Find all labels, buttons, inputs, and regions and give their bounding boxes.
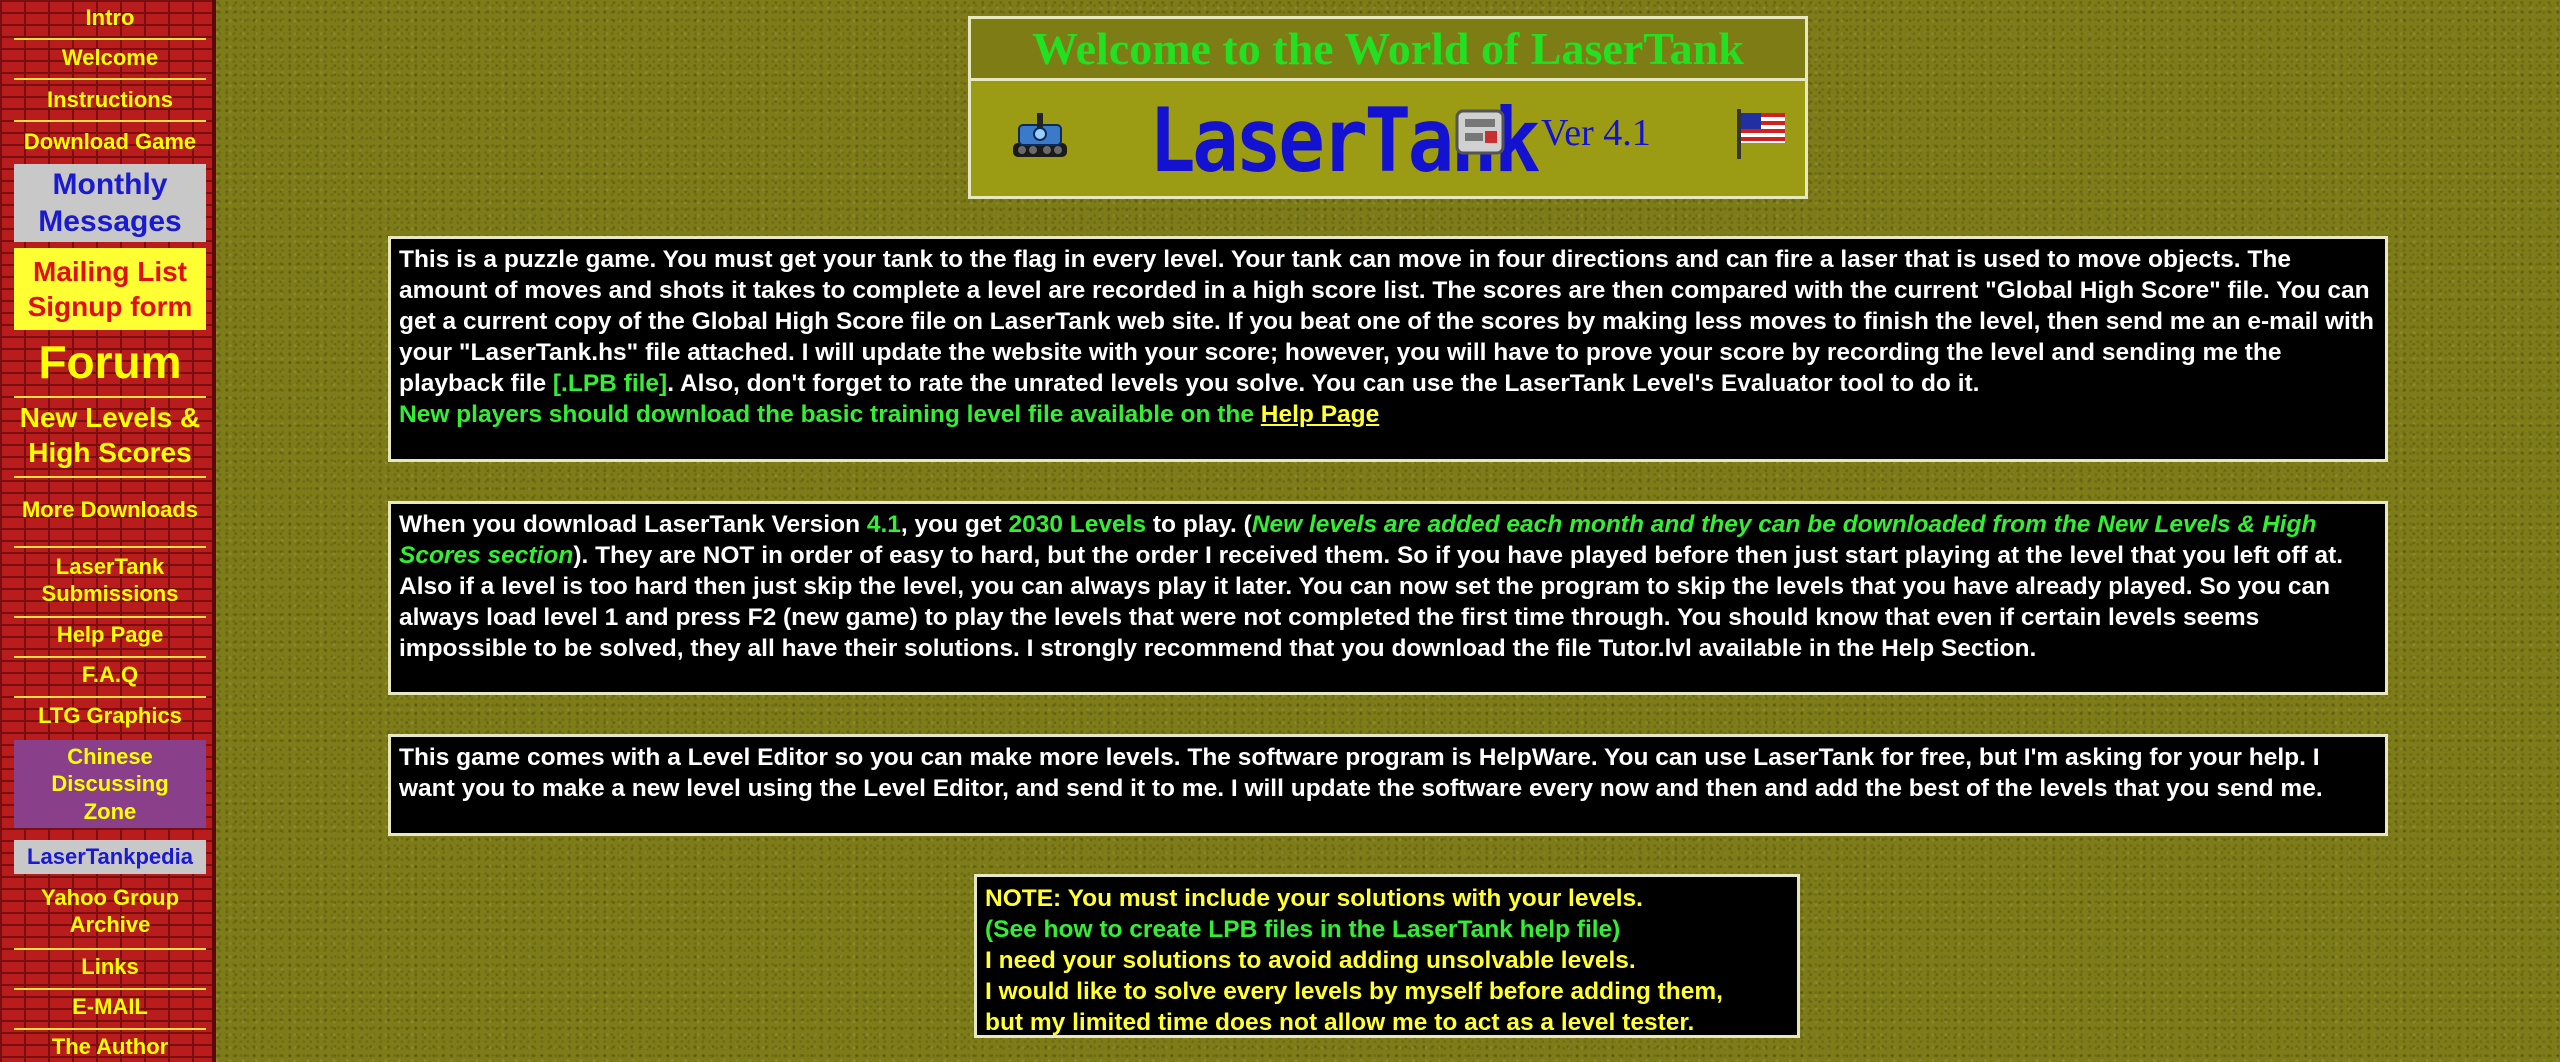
sidebar-item-instructions[interactable]: Instructions [14, 82, 206, 118]
sidebar-item-email[interactable]: E-MAIL [14, 990, 206, 1024]
sidebar-item-chinese-zone[interactable]: Chinese Discussing Zone [14, 740, 206, 828]
sidebar-item-links[interactable]: Links [14, 950, 206, 984]
sidebar-item-new-levels[interactable]: New Levels & High Scores [14, 398, 206, 472]
version-text: When you download LaserTank Version [399, 511, 867, 538]
sidebar-item-download-game[interactable]: Download Game [14, 124, 206, 160]
sidebar-item-the-author[interactable]: The Author [14, 1030, 206, 1062]
logo-banner: Welcome to the World of LaserTank LaserT… [968, 16, 1808, 199]
sidebar-item-welcome[interactable]: Welcome [14, 42, 206, 74]
version-text: to play. ( [1146, 511, 1252, 538]
help-page-link[interactable]: Help Page [1261, 401, 1379, 428]
lpb-file-label: [.LPB file] [552, 370, 668, 397]
nav-divider [14, 546, 206, 548]
note-line: NOTE: You must include your solutions wi… [985, 885, 1643, 912]
editor-panel: This game comes with a Level Editor so y… [388, 734, 2388, 836]
sidebar-item-faq[interactable]: F.A.Q [14, 658, 206, 692]
version-text: , you get [900, 511, 1009, 538]
nav-divider [14, 476, 206, 478]
sidebar-item-help-page[interactable]: Help Page [14, 618, 206, 652]
editor-text: This game comes with a Level Editor so y… [399, 744, 2323, 802]
version-text: ). They are NOT in order of easy to hard… [399, 542, 2344, 662]
sidebar-item-yahoo-archive[interactable]: Yahoo Group Archive [14, 880, 206, 942]
sidebar-item-submissions[interactable]: LaserTank Submissions [14, 550, 206, 610]
intro-text-end: . Also, don't forget to rate the unrated… [667, 370, 1980, 397]
note-line: but my limited time does not allow me to… [985, 1009, 1695, 1036]
nav-divider [14, 38, 206, 40]
page-title: Welcome to the World of LaserTank [971, 19, 1805, 81]
sidebar-item-intro[interactable]: Intro [14, 2, 206, 34]
tank-icon [1011, 113, 1069, 164]
nav-divider [14, 78, 206, 80]
note-box: NOTE: You must include your solutions wi… [974, 874, 1800, 1038]
sidebar-item-more-downloads[interactable]: More Downloads [14, 480, 206, 540]
sidebar-item-ltg-graphics[interactable]: LTG Graphics [14, 698, 206, 734]
intro-panel: This is a puzzle game. You must get your… [388, 236, 2388, 462]
note-line: (See how to create LPB files in the Lase… [985, 916, 1621, 943]
note-line: I would like to solve every levels by my… [985, 978, 1723, 1005]
sidebar-item-lasertankpedia[interactable]: LaserTankpedia [14, 840, 206, 874]
sidebar-item-forum[interactable]: Forum [14, 334, 206, 392]
flag-icon [1735, 109, 1787, 164]
sidebar-item-monthly-messages[interactable]: Monthly Messages [14, 164, 206, 242]
level-count: 2030 Levels [1008, 511, 1147, 538]
version-label: Ver 4.1 [1541, 112, 1651, 154]
sidebar-item-mailing-list[interactable]: Mailing List Signup form [14, 248, 206, 330]
new-players-text: New players should download the basic tr… [399, 401, 1261, 428]
note-line: I need your solutions to avoid adding un… [985, 947, 1636, 974]
logo-row: LaserTank Ver 4.1 [971, 81, 1805, 196]
version-number: 4.1 [866, 511, 901, 538]
version-panel: When you download LaserTank Version 4.1,… [388, 501, 2388, 695]
chip-icon [1455, 109, 1505, 160]
nav-divider [14, 120, 206, 122]
sidebar-nav: Intro Welcome Instructions Download Game… [0, 0, 216, 1062]
